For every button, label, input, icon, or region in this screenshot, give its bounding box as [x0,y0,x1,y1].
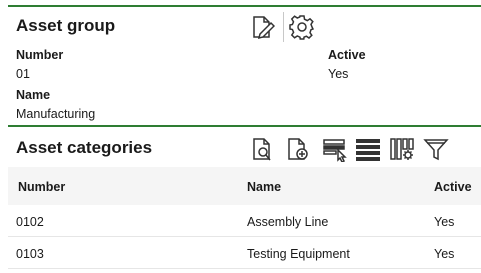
row-number-cell: 0102 [16,215,44,229]
column-header-active[interactable]: Active [434,180,472,194]
toolbar-separator [283,12,284,42]
asset-group-title: Asset group [16,16,116,35]
asset-categories-top-border [8,125,481,127]
new-document-icon[interactable] [284,135,312,163]
active-label: Active [328,48,366,62]
settings-gear-icon[interactable] [288,13,316,41]
column-header-name[interactable]: Name [247,180,281,194]
active-value: Yes [328,67,349,81]
row-number-cell: 0103 [16,247,44,261]
row-name-cell: Testing Equipment [247,247,350,261]
table-header [8,167,481,205]
row-name-cell: Assembly Line [247,215,329,229]
table-row[interactable] [8,237,481,269]
number-label: Number [16,48,64,62]
name-label: Name [16,88,51,102]
list-view-icon[interactable] [354,135,382,163]
row-active-cell: Yes [434,247,455,261]
filter-icon[interactable] [422,135,450,163]
row-active-cell: Yes [434,215,455,229]
asset-categories-title: Asset categories [16,138,153,157]
table-row[interactable] [8,205,481,237]
column-header-number[interactable]: Number [18,180,65,194]
number-value: 01 [16,67,30,81]
select-rows-icon[interactable] [320,135,350,163]
edit-document-icon[interactable] [248,13,276,41]
column-settings-icon[interactable] [388,135,416,163]
name-value: Manufacturing [16,107,96,121]
view-document-icon[interactable] [249,135,277,163]
asset-group-top-border [8,5,481,7]
